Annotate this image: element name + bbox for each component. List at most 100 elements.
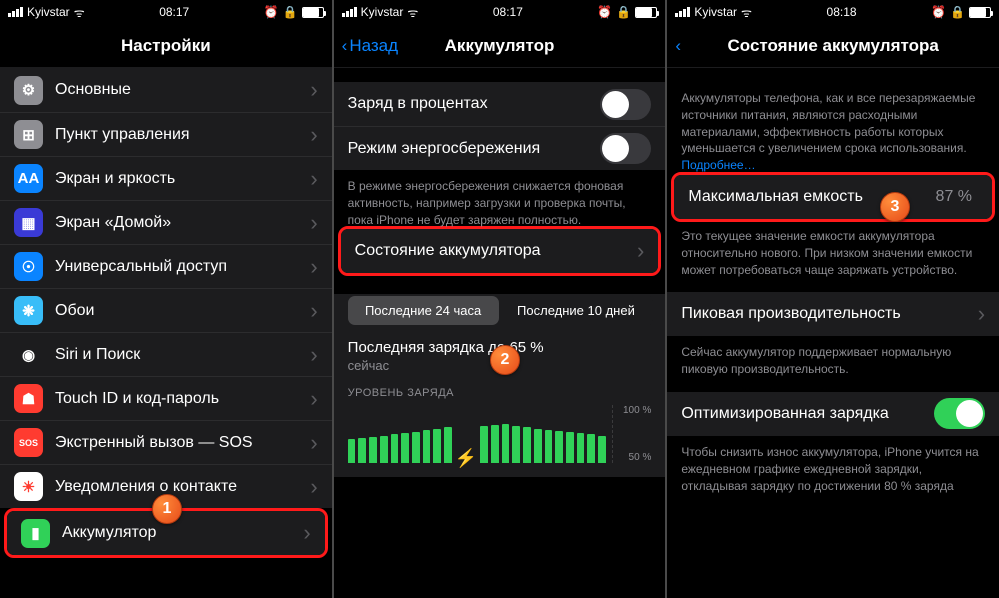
row-label: Заряд в процентах bbox=[348, 95, 589, 113]
battery-icon bbox=[302, 7, 324, 18]
settings-row[interactable]: ⊞ Пункт управления bbox=[0, 112, 332, 156]
row-label: Уведомления о контакте bbox=[55, 478, 298, 496]
row-label: Экстренный вызов — SOS bbox=[55, 434, 298, 452]
orientation-lock-icon: 🔒 bbox=[283, 5, 298, 19]
row-icon: SOS bbox=[14, 428, 43, 457]
bolt-icon: ⚡ bbox=[455, 448, 477, 469]
screen-battery: Kyivstar ᯤ 08:17 ⏰ 🔒 ‹Назад Аккумулятор … bbox=[334, 0, 666, 598]
signal-icon bbox=[8, 7, 23, 17]
status-bar: Kyivstar ᯤ 08:17 ⏰ 🔒 bbox=[334, 0, 666, 24]
settings-row[interactable]: ☗ Touch ID и код-пароль bbox=[0, 376, 332, 420]
chevron-left-icon: ‹ bbox=[675, 36, 681, 56]
row-peak-performance[interactable]: Пиковая производительность bbox=[667, 292, 999, 336]
row-low-power[interactable]: Режим энергосбережения bbox=[334, 126, 666, 170]
row-battery-health[interactable]: Состояние аккумулятора bbox=[341, 229, 659, 273]
row-icon: ☉ bbox=[14, 252, 43, 281]
callout-1: 1 bbox=[152, 494, 182, 524]
back-label: Назад bbox=[349, 36, 398, 56]
settings-row[interactable]: ⚙ Основные bbox=[0, 68, 332, 112]
row-label: Экран и яркость bbox=[55, 170, 298, 188]
intro-body: Аккумуляторы телефона, как и все перезар… bbox=[681, 91, 975, 155]
row-max-capacity[interactable]: Максимальная емкость 87 % bbox=[674, 175, 992, 219]
y-tick: 100 % bbox=[623, 405, 651, 416]
signal-icon bbox=[675, 7, 690, 17]
low-power-footer: В режиме энергосбережения снижается фоно… bbox=[334, 170, 666, 228]
navbar: ‹Назад Аккумулятор bbox=[334, 24, 666, 68]
settings-row[interactable]: ☉ Универсальный доступ bbox=[0, 244, 332, 288]
settings-row[interactable]: ▦ Экран «Домой» bbox=[0, 200, 332, 244]
row-icon: ⚙ bbox=[14, 76, 43, 105]
optimized-footer: Чтобы снизить износ аккумулятора, iPhone… bbox=[667, 436, 999, 494]
row-icon: AA bbox=[14, 164, 43, 193]
toggle-low-power[interactable] bbox=[600, 133, 651, 164]
battery-icon bbox=[635, 7, 657, 18]
clock: 08:17 bbox=[493, 5, 523, 19]
intro-text: Аккумуляторы телефона, как и все перезар… bbox=[667, 68, 999, 174]
row-label: Универсальный доступ bbox=[55, 258, 298, 276]
row-label: Режим энергосбережения bbox=[348, 140, 589, 158]
row-label: Аккумулятор bbox=[62, 524, 291, 542]
row-label: Обои bbox=[55, 302, 298, 320]
learn-more-link[interactable]: Подробнее… bbox=[681, 158, 755, 172]
row-label: Пиковая производительность bbox=[681, 305, 965, 323]
wifi-icon: ᯤ bbox=[741, 4, 752, 21]
orientation-lock-icon: 🔒 bbox=[616, 5, 631, 19]
carrier-label: Kyivstar bbox=[27, 5, 70, 19]
y-tick: 50 % bbox=[623, 452, 651, 463]
alarm-icon: ⏰ bbox=[931, 5, 946, 19]
battery-chart: ⚡ 100 %50 % bbox=[348, 405, 652, 463]
settings-row[interactable]: ❋ Обои bbox=[0, 288, 332, 332]
seg-10d[interactable]: Последние 10 дней bbox=[501, 296, 652, 325]
segmented-control[interactable]: Последние 24 часа Последние 10 дней bbox=[346, 294, 654, 327]
row-label: Touch ID и код-пароль bbox=[55, 390, 298, 408]
wifi-icon: ᯤ bbox=[74, 4, 85, 21]
row-icon: ☗ bbox=[14, 384, 43, 413]
status-bar: Kyivstar ᯤ 08:18 ⏰ 🔒 bbox=[667, 0, 999, 24]
row-label: Пункт управления bbox=[55, 126, 298, 144]
signal-icon bbox=[342, 7, 357, 17]
page-title: Аккумулятор bbox=[445, 36, 555, 56]
screen-battery-health: Kyivstar ᯤ 08:18 ⏰ 🔒 ‹ Состояние аккумул… bbox=[667, 0, 999, 598]
row-label: Оптимизированная зарядка bbox=[681, 405, 922, 423]
row-icon: ❋ bbox=[14, 296, 43, 325]
row-icon: ⊞ bbox=[14, 120, 43, 149]
max-capacity-footer: Это текущее значение емкости аккумулятор… bbox=[667, 220, 999, 278]
callout-3: 3 bbox=[880, 192, 910, 222]
status-bar: Kyivstar ᯤ 08:17 ⏰ 🔒 bbox=[0, 0, 332, 24]
settings-row[interactable]: ◉ Siri и Поиск bbox=[0, 332, 332, 376]
wifi-icon: ᯤ bbox=[407, 4, 418, 21]
screen-settings: Kyivstar ᯤ 08:17 ⏰ 🔒 Настройки ⚙ Основные… bbox=[0, 0, 332, 598]
alarm-icon: ⏰ bbox=[264, 5, 279, 19]
back-button[interactable]: ‹Назад bbox=[342, 36, 398, 56]
toggle-battery-percent[interactable] bbox=[600, 89, 651, 120]
page-title: Состояние аккумулятора bbox=[728, 36, 939, 56]
settings-row[interactable]: SOS Экстренный вызов — SOS bbox=[0, 420, 332, 464]
row-optimized-charging[interactable]: Оптимизированная зарядка bbox=[667, 392, 999, 436]
row-icon: ☀ bbox=[14, 472, 43, 501]
row-icon: ▮ bbox=[21, 519, 50, 548]
navbar: Настройки bbox=[0, 24, 332, 68]
chart-caption: УРОВЕНЬ ЗАРЯДА bbox=[348, 387, 652, 399]
toggle-optimized-charging[interactable] bbox=[934, 398, 985, 429]
settings-row[interactable]: AA Экран и яркость bbox=[0, 156, 332, 200]
row-icon: ▦ bbox=[14, 208, 43, 237]
orientation-lock-icon: 🔒 bbox=[950, 5, 965, 19]
peak-footer: Сейчас аккумулятор поддерживает нормальн… bbox=[667, 336, 999, 378]
seg-24h[interactable]: Последние 24 часа bbox=[348, 296, 499, 325]
back-button[interactable]: ‹ bbox=[675, 36, 681, 56]
clock: 08:17 bbox=[159, 5, 189, 19]
row-battery-percent[interactable]: Заряд в процентах bbox=[334, 82, 666, 126]
callout-2: 2 bbox=[490, 345, 520, 375]
chevron-left-icon: ‹ bbox=[342, 36, 348, 56]
row-label: Siri и Поиск bbox=[55, 346, 298, 364]
row-label: Состояние аккумулятора bbox=[355, 242, 625, 260]
alarm-icon: ⏰ bbox=[597, 5, 612, 19]
carrier-label: Kyivstar bbox=[361, 5, 404, 19]
row-icon: ◉ bbox=[14, 340, 43, 369]
max-capacity-value: 87 % bbox=[936, 188, 972, 206]
row-label: Основные bbox=[55, 81, 298, 99]
navbar: ‹ Состояние аккумулятора bbox=[667, 24, 999, 68]
row-label: Экран «Домой» bbox=[55, 214, 298, 232]
carrier-label: Kyivstar bbox=[694, 5, 737, 19]
battery-icon bbox=[969, 7, 991, 18]
